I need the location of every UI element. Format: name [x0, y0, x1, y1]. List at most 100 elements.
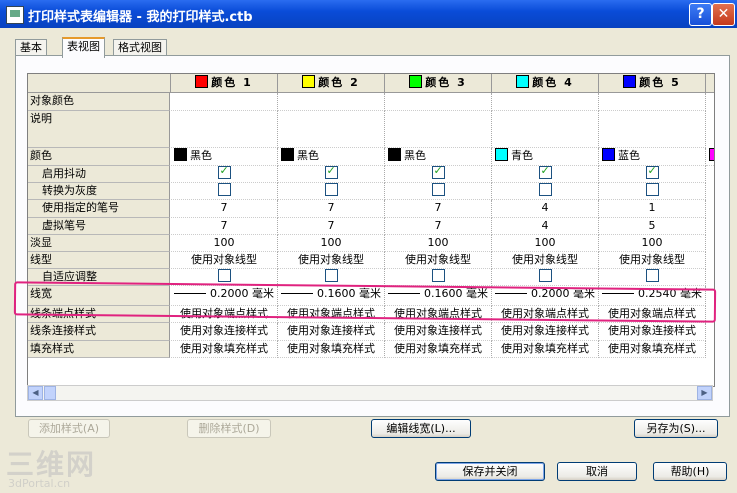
- table-cell[interactable]: 使用对象端点样式: [385, 306, 492, 323]
- table-cell[interactable]: 黑色: [171, 148, 278, 166]
- table-cell[interactable]: [171, 183, 278, 200]
- checkbox[interactable]: [324, 166, 338, 179]
- table-cell[interactable]: [385, 93, 492, 111]
- table-cell[interactable]: 使用对象线型: [385, 252, 492, 269]
- table-cell[interactable]: 使用对象端点样式: [278, 306, 385, 323]
- table-cell[interactable]: 100: [278, 235, 385, 252]
- add-style-button[interactable]: 添加样式(A): [28, 419, 110, 438]
- delete-style-button[interactable]: 删除样式(D): [187, 419, 271, 438]
- table-cell[interactable]: [385, 183, 492, 200]
- table-cell[interactable]: 0.1600 毫米: [278, 286, 385, 306]
- table-cell[interactable]: 7: [385, 218, 492, 235]
- table-cell[interactable]: 100: [171, 235, 278, 252]
- table-cell[interactable]: [171, 111, 278, 148]
- table-cell[interactable]: [278, 93, 385, 111]
- table-cell[interactable]: [599, 93, 706, 111]
- checkbox[interactable]: [431, 183, 445, 196]
- checkbox[interactable]: [217, 269, 231, 282]
- checkbox[interactable]: [538, 183, 552, 196]
- table-cell[interactable]: [492, 166, 599, 183]
- table-cell[interactable]: [492, 183, 599, 200]
- table-cell[interactable]: [278, 183, 385, 200]
- header-col-4[interactable]: 颜色 4: [492, 74, 599, 92]
- checkbox[interactable]: [645, 269, 659, 282]
- table-cell[interactable]: [492, 93, 599, 111]
- table-cell[interactable]: 使用对象连接样式: [385, 323, 492, 341]
- table-cell[interactable]: [599, 166, 706, 183]
- header-col-2[interactable]: 颜色 2: [278, 74, 385, 92]
- table-cell[interactable]: [599, 269, 706, 286]
- table-cell[interactable]: [171, 269, 278, 286]
- table-cell[interactable]: [385, 269, 492, 286]
- table-cell[interactable]: 使用对象填充样式: [171, 341, 278, 358]
- scroll-right-icon[interactable]: ▶: [697, 386, 712, 400]
- tab-form-view[interactable]: 格式视图: [113, 39, 167, 56]
- checkbox[interactable]: [431, 166, 445, 179]
- save-and-close-button[interactable]: 保存并关闭: [435, 462, 545, 481]
- table-cell[interactable]: 4: [492, 200, 599, 218]
- table-cell[interactable]: 使用对象端点样式: [171, 306, 278, 323]
- table-cell[interactable]: [171, 166, 278, 183]
- table-cell[interactable]: 黑色: [385, 148, 492, 166]
- table-cell[interactable]: [278, 269, 385, 286]
- table-cell[interactable]: 黑色: [278, 148, 385, 166]
- table-cell[interactable]: 使用对象线型: [492, 252, 599, 269]
- save-as-button[interactable]: 另存为(S)...: [634, 419, 718, 438]
- table-cell[interactable]: 使用对象线型: [171, 252, 278, 269]
- header-col-6-partial[interactable]: [706, 74, 714, 92]
- checkbox[interactable]: [431, 269, 445, 282]
- checkbox[interactable]: [645, 183, 659, 196]
- table-cell[interactable]: 使用对象连接样式: [492, 323, 599, 341]
- table-cell[interactable]: 使用对象填充样式: [599, 341, 706, 358]
- table-cell-partial[interactable]: [706, 148, 714, 166]
- table-cell[interactable]: [599, 111, 706, 148]
- horizontal-scrollbar[interactable]: ◀ ▶: [27, 385, 713, 401]
- cancel-button[interactable]: 取消: [557, 462, 637, 481]
- help-title-button[interactable]: ?: [689, 3, 712, 26]
- header-col-3[interactable]: 颜色 3: [385, 74, 492, 92]
- table-cell[interactable]: [385, 166, 492, 183]
- header-col-5[interactable]: 颜色 5: [599, 74, 706, 92]
- table-cell[interactable]: 7: [385, 200, 492, 218]
- table-cell[interactable]: 100: [599, 235, 706, 252]
- tab-table-view[interactable]: 表视图: [62, 37, 105, 58]
- checkbox[interactable]: [217, 166, 231, 179]
- checkbox[interactable]: [217, 183, 231, 196]
- tab-general[interactable]: 基本: [15, 39, 47, 56]
- checkbox[interactable]: [538, 269, 552, 282]
- table-cell[interactable]: 100: [492, 235, 599, 252]
- table-cell[interactable]: [171, 93, 278, 111]
- table-cell[interactable]: [492, 111, 599, 148]
- table-cell[interactable]: 7: [171, 218, 278, 235]
- table-cell[interactable]: 使用对象填充样式: [385, 341, 492, 358]
- checkbox[interactable]: [324, 183, 338, 196]
- table-cell[interactable]: 使用对象填充样式: [278, 341, 385, 358]
- edit-lineweight-button[interactable]: 编辑线宽(L)...: [371, 419, 471, 438]
- table-cell[interactable]: 使用对象连接样式: [278, 323, 385, 341]
- table-cell[interactable]: 使用对象连接样式: [599, 323, 706, 341]
- table-cell[interactable]: 4: [492, 218, 599, 235]
- table-cell[interactable]: 使用对象端点样式: [599, 306, 706, 323]
- table-cell[interactable]: 0.2540 毫米: [599, 286, 706, 306]
- table-cell[interactable]: 5: [599, 218, 706, 235]
- table-cell[interactable]: 7: [171, 200, 278, 218]
- table-cell[interactable]: 7: [278, 218, 385, 235]
- checkbox[interactable]: [645, 166, 659, 179]
- table-cell[interactable]: 100: [385, 235, 492, 252]
- table-cell[interactable]: 1: [599, 200, 706, 218]
- checkbox[interactable]: [324, 269, 338, 282]
- table-cell[interactable]: [385, 111, 492, 148]
- close-window-button[interactable]: ✕: [712, 3, 735, 26]
- table-cell[interactable]: [278, 111, 385, 148]
- table-cell[interactable]: 0.2000 毫米: [171, 286, 278, 306]
- table-cell[interactable]: 7: [278, 200, 385, 218]
- checkbox[interactable]: [538, 166, 552, 179]
- table-cell[interactable]: 使用对象连接样式: [171, 323, 278, 341]
- table-cell[interactable]: 使用对象填充样式: [492, 341, 599, 358]
- table-cell[interactable]: 蓝色: [599, 148, 706, 166]
- table-cell[interactable]: 使用对象线型: [599, 252, 706, 269]
- table-cell[interactable]: 使用对象端点样式: [492, 306, 599, 323]
- table-cell[interactable]: 使用对象线型: [278, 252, 385, 269]
- table-cell[interactable]: 青色: [492, 148, 599, 166]
- table-cell[interactable]: 0.1600 毫米: [385, 286, 492, 306]
